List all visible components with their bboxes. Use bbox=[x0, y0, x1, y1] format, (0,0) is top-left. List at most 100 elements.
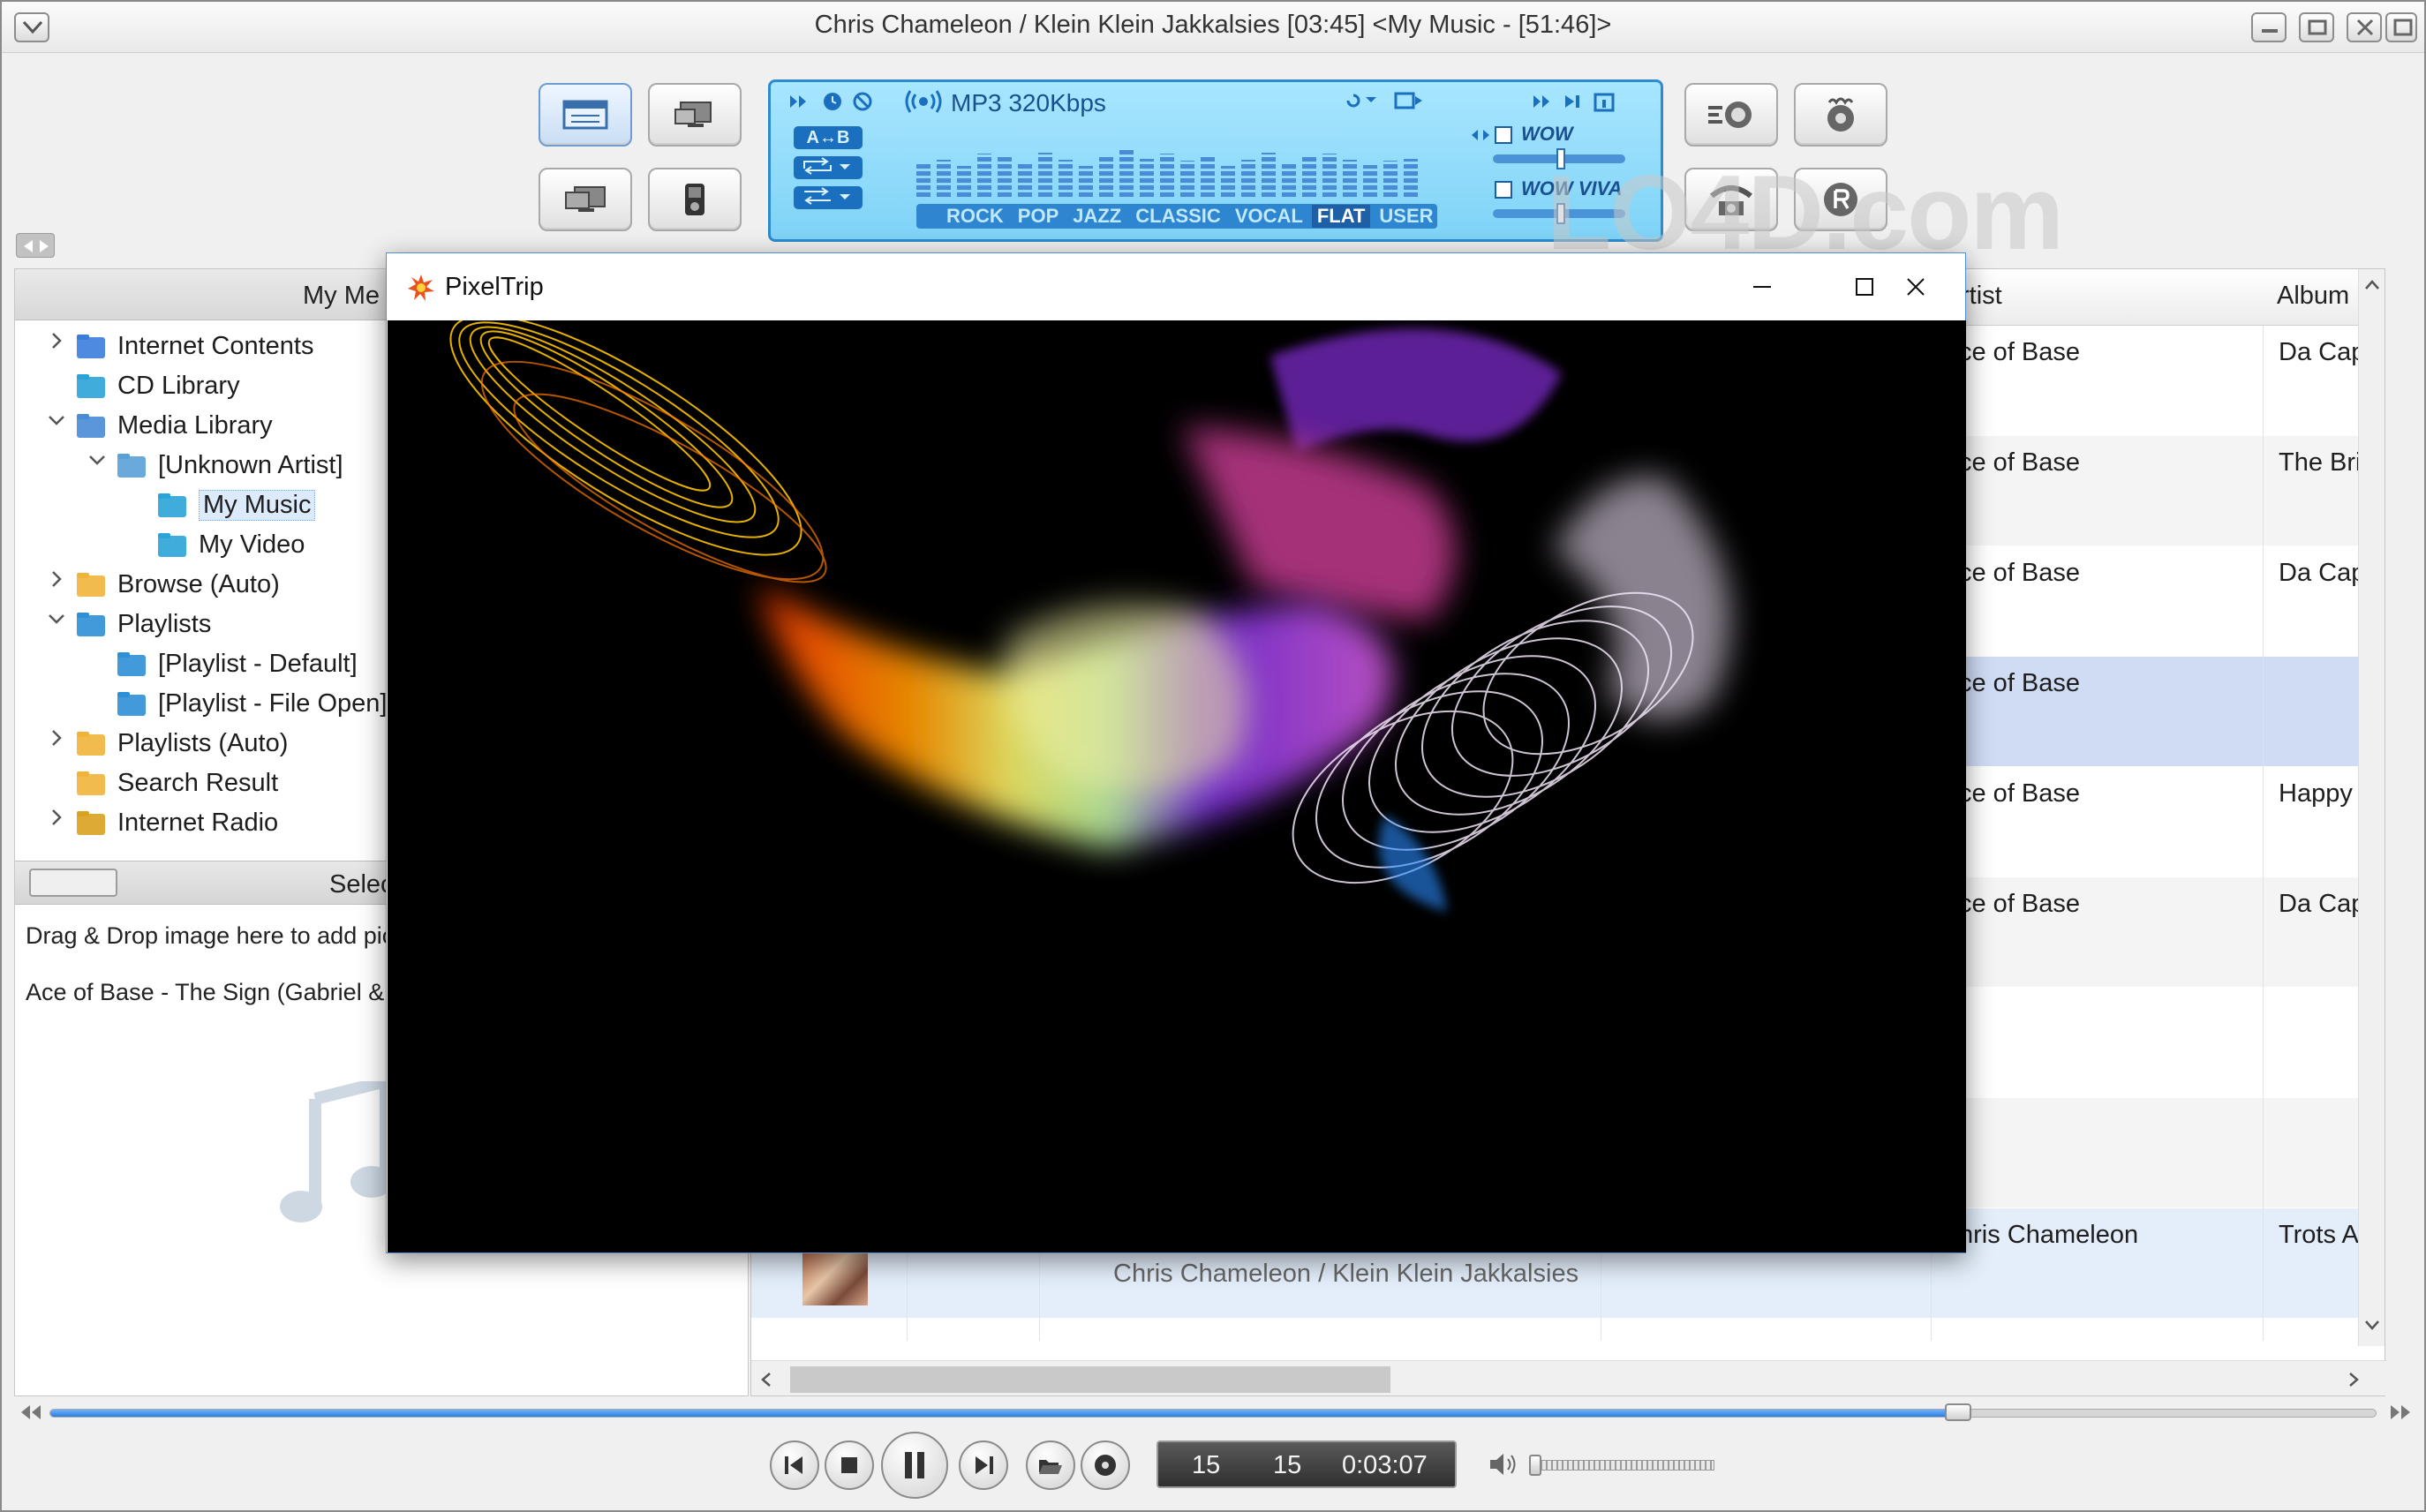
tree-item[interactable]: CD Library bbox=[73, 367, 240, 404]
minimize-button[interactable] bbox=[2251, 12, 2287, 42]
chevron-down-icon[interactable] bbox=[2364, 1320, 2380, 1332]
chevron-down-icon[interactable] bbox=[47, 609, 66, 635]
vertical-scrollbar[interactable] bbox=[2358, 269, 2385, 1346]
no-sleep-icon[interactable] bbox=[852, 91, 873, 112]
cd-folder-icon bbox=[73, 370, 110, 402]
maximize-button[interactable] bbox=[2385, 12, 2417, 42]
cell-artist: ce of Base bbox=[1959, 669, 2081, 697]
lcd-display: MP3 320Kbps A↔B ROCK POP JAZZ CLASSIC VO… bbox=[768, 79, 1663, 242]
eq-preset-classic[interactable]: CLASSIC bbox=[1130, 205, 1226, 228]
monitor-icon bbox=[565, 186, 606, 212]
eq-preset-vocal[interactable]: VOCAL bbox=[1230, 205, 1308, 228]
open-file-button[interactable] bbox=[1026, 1441, 1075, 1490]
horizontal-scrollbar[interactable] bbox=[751, 1360, 2386, 1395]
volume-control[interactable] bbox=[1488, 1451, 1727, 1478]
screen-capture-button[interactable] bbox=[1684, 83, 1778, 147]
library-view-button[interactable] bbox=[539, 83, 632, 147]
tree-item[interactable]: [Playlist - Default] bbox=[114, 645, 358, 682]
rewind-icon[interactable] bbox=[18, 1403, 44, 1421]
next-button[interactable] bbox=[959, 1441, 1008, 1490]
chevron-left-icon[interactable] bbox=[760, 1372, 772, 1388]
tree-item[interactable]: [Unknown Artist] bbox=[114, 447, 343, 484]
wow-checkbox[interactable] bbox=[1495, 126, 1512, 144]
tree-item[interactable]: [Playlist - File Open] bbox=[114, 685, 387, 722]
visualization-canvas[interactable] bbox=[388, 320, 1966, 1252]
seek-bar[interactable] bbox=[14, 1402, 2415, 1423]
broadcast-icon bbox=[905, 90, 942, 113]
tree-item-label: Playlists bbox=[117, 609, 212, 638]
eq-preset-rock[interactable]: ROCK bbox=[941, 205, 1009, 228]
restore-button[interactable] bbox=[2299, 12, 2334, 42]
repeat-mode-button[interactable] bbox=[794, 156, 863, 179]
tree-item[interactable]: Internet Radio bbox=[73, 804, 278, 841]
tree-item[interactable]: My Video bbox=[154, 526, 305, 563]
chevron-right-icon[interactable] bbox=[2347, 1372, 2360, 1388]
tree-item[interactable]: Internet Contents bbox=[73, 327, 313, 365]
visualization-graphic bbox=[449, 320, 1731, 912]
monitor-icon bbox=[674, 102, 712, 127]
mp3-player-icon bbox=[685, 184, 704, 215]
screen-view-button[interactable] bbox=[539, 168, 632, 231]
current-track-label: Ace of Base - The Sign (Gabriel & D bbox=[26, 979, 409, 1005]
fast-forward-icon[interactable] bbox=[2387, 1403, 2414, 1421]
volume-track[interactable] bbox=[1529, 1460, 1714, 1471]
next-mark-icon[interactable] bbox=[1562, 93, 1585, 110]
camera-icon bbox=[1708, 102, 1752, 128]
close-button[interactable] bbox=[2347, 12, 2382, 42]
eq-preset-user[interactable]: USER bbox=[1374, 205, 1438, 228]
column-artist[interactable]: rtist bbox=[1961, 282, 2002, 311]
seek-thumb[interactable] bbox=[1945, 1403, 1971, 1421]
horizontal-scroll-thumb[interactable] bbox=[790, 1366, 1390, 1393]
chevron-up-icon[interactable] bbox=[2364, 278, 2380, 290]
equalizer-toggle-icon[interactable] bbox=[1394, 91, 1424, 110]
tree-item[interactable]: Playlists bbox=[73, 606, 211, 643]
chevron-down-icon[interactable] bbox=[87, 450, 107, 476]
pixeltrip-close-button[interactable] bbox=[1865, 253, 1967, 320]
info-icon[interactable] bbox=[1593, 93, 1615, 112]
loop-icon[interactable] bbox=[1343, 91, 1382, 110]
tree-item[interactable]: Playlists (Auto) bbox=[73, 725, 288, 762]
time-counter: 15 15 0:03:07 bbox=[1156, 1441, 1457, 1488]
tree-item[interactable]: Media Library bbox=[73, 407, 273, 444]
fast-forward-icon[interactable] bbox=[788, 93, 811, 110]
previous-button[interactable] bbox=[770, 1441, 819, 1490]
volume-thumb[interactable] bbox=[1529, 1455, 1541, 1476]
tree-item[interactable]: Search Result bbox=[73, 764, 278, 801]
spectrum-bar bbox=[1262, 153, 1276, 197]
wow-viva-checkbox[interactable] bbox=[1495, 181, 1512, 199]
eject-button[interactable] bbox=[1081, 1441, 1130, 1490]
tree-item[interactable]: Browse (Auto) bbox=[73, 566, 280, 603]
cell-artist: hris Chameleon bbox=[1959, 1221, 2139, 1249]
skip-forward-icon[interactable] bbox=[1532, 93, 1555, 110]
minimize-icon bbox=[2262, 29, 2278, 33]
column-album[interactable]: Album bbox=[2277, 282, 2349, 311]
pixeltrip-minimize-button[interactable] bbox=[1711, 253, 1813, 320]
clock-icon[interactable] bbox=[822, 91, 843, 112]
cell-title: Chris Chameleon / Klein Klein Jakkalsies bbox=[1113, 1260, 1579, 1288]
speaker-icon[interactable] bbox=[1488, 1451, 1520, 1478]
eq-preset-flat[interactable]: FLAT bbox=[1311, 205, 1371, 228]
eq-preset-pop[interactable]: POP bbox=[1013, 205, 1064, 228]
auto-folder-icon bbox=[73, 568, 110, 600]
chevron-right-icon[interactable] bbox=[47, 569, 66, 595]
burner-button[interactable] bbox=[1794, 83, 1887, 147]
chevron-right-icon[interactable] bbox=[47, 331, 66, 357]
chevron-right-icon[interactable] bbox=[47, 728, 66, 754]
mini-player-button[interactable] bbox=[648, 83, 742, 147]
view-toggle-button[interactable] bbox=[29, 869, 117, 897]
spectrum-bar bbox=[1322, 154, 1337, 197]
spectrum-bar bbox=[998, 156, 1012, 197]
ab-repeat-button[interactable]: A↔B bbox=[794, 126, 863, 149]
tree-item-label: [Playlist - Default] bbox=[158, 649, 358, 678]
column-divider bbox=[2263, 326, 2264, 1341]
eq-preset-jazz[interactable]: JAZZ bbox=[1067, 205, 1126, 228]
device-button[interactable] bbox=[648, 168, 742, 231]
chevron-down-icon[interactable] bbox=[47, 410, 66, 436]
stop-button[interactable] bbox=[825, 1441, 874, 1490]
shuffle-mode-button[interactable] bbox=[794, 186, 863, 209]
panel-toggle-button[interactable] bbox=[16, 233, 55, 258]
pause-button[interactable] bbox=[881, 1432, 948, 1499]
chevron-right-icon[interactable] bbox=[47, 808, 66, 833]
pixeltrip-logo-icon bbox=[408, 275, 434, 301]
tree-item[interactable]: My Music bbox=[154, 486, 316, 523]
